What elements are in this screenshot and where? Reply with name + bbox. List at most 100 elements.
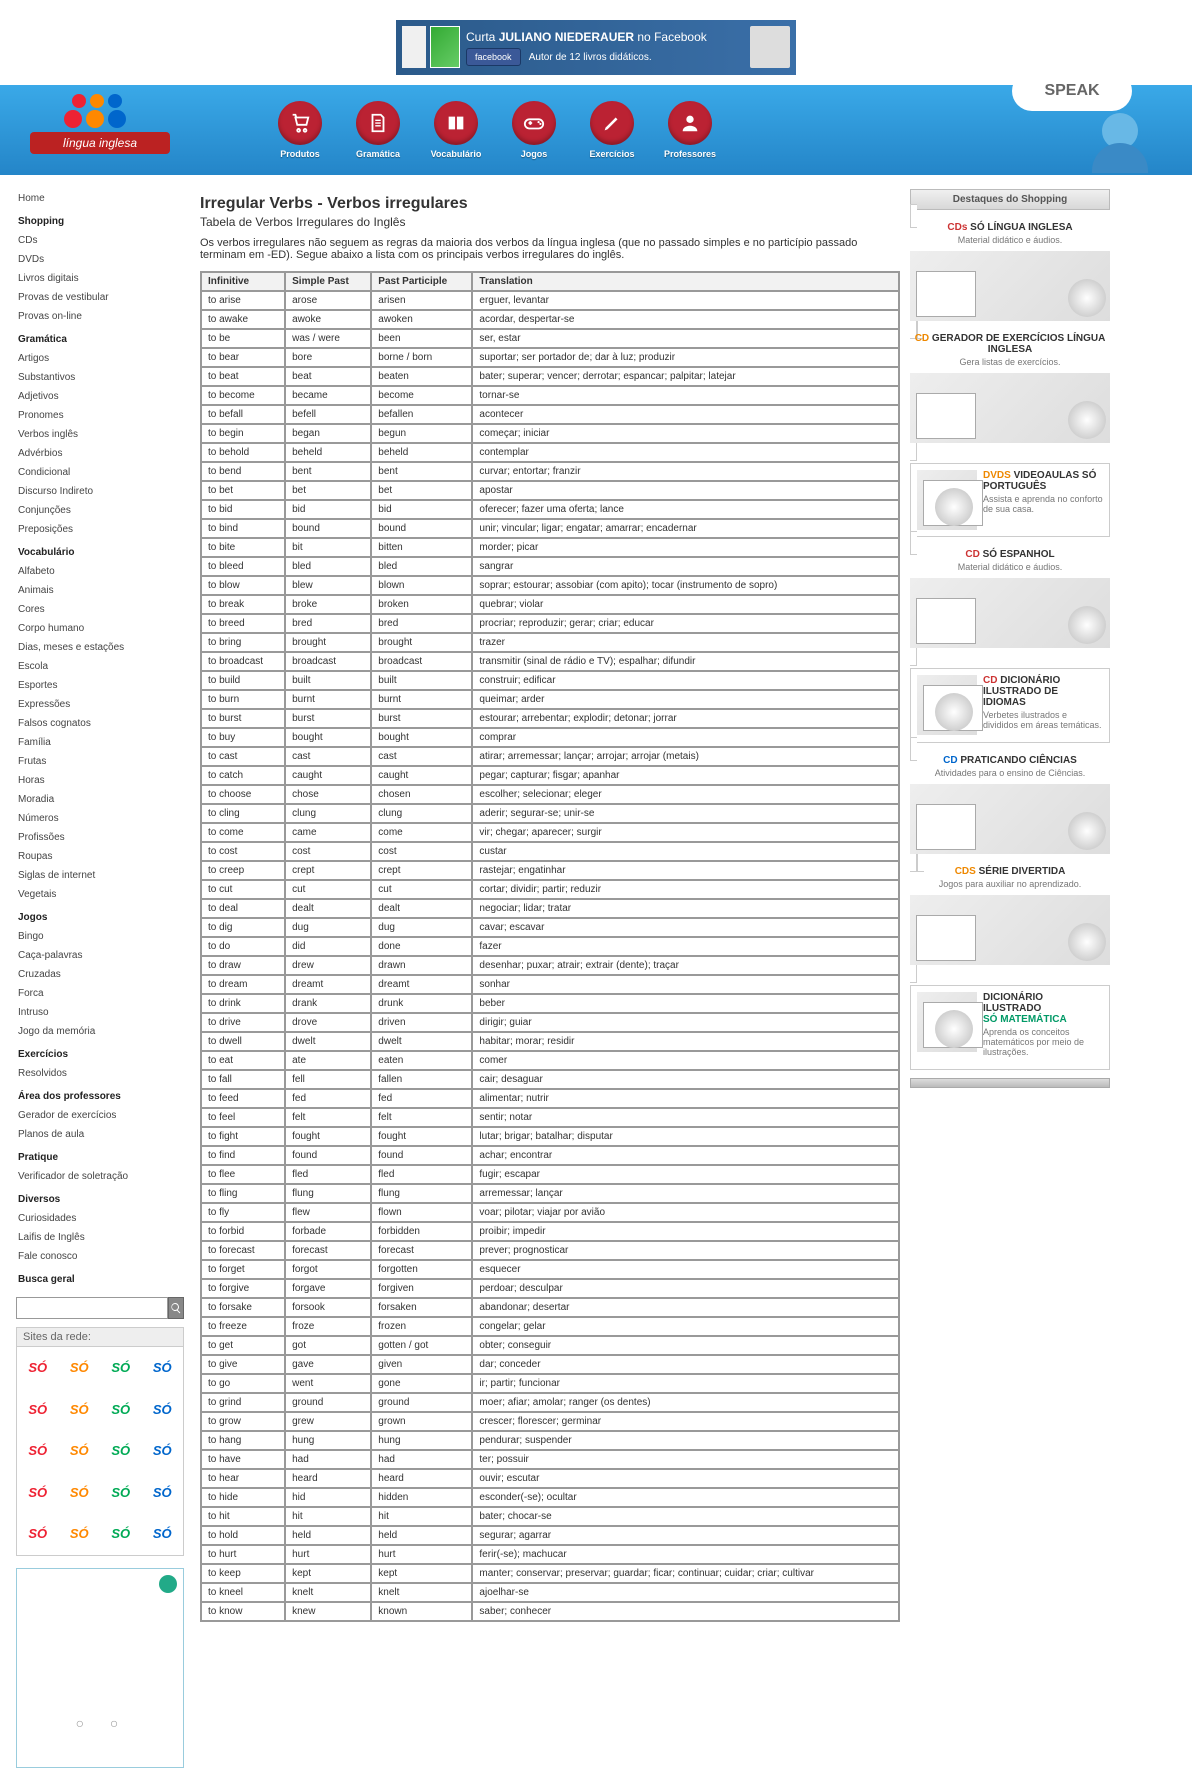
- menu-item[interactable]: Vocabulário: [16, 539, 184, 562]
- menu-item[interactable]: Gerador de exercícios: [16, 1106, 184, 1125]
- network-site[interactable]: SÓ: [142, 1513, 184, 1555]
- network-site[interactable]: SÓ: [59, 1430, 101, 1472]
- table-row: to burstburstburstestourar; arrebentar; …: [202, 710, 898, 727]
- menu-item[interactable]: Área dos professores: [16, 1083, 184, 1106]
- menu-item[interactable]: Pratique: [16, 1144, 184, 1167]
- shop-card[interactable]: CD PRATICANDO CIÊNCIASAtividades para o …: [910, 737, 1110, 872]
- menu-item[interactable]: Home: [16, 189, 184, 208]
- menu-item[interactable]: Verificador de soletração: [16, 1167, 184, 1186]
- menu-item[interactable]: Artigos: [16, 349, 184, 368]
- shop-card[interactable]: CD SÓ ESPANHOLMaterial didático e áudios…: [910, 531, 1110, 666]
- menu-item[interactable]: Shopping: [16, 208, 184, 231]
- network-site[interactable]: SÓ: [100, 1430, 142, 1472]
- network-site[interactable]: SÓ: [100, 1389, 142, 1431]
- facebook-banner[interactable]: Curta JULIANO NIEDERAUER no Facebook fac…: [396, 20, 796, 75]
- menu-item[interactable]: Condicional: [16, 463, 184, 482]
- menu-item[interactable]: Corpo humano: [16, 619, 184, 638]
- menu-item[interactable]: Números: [16, 809, 184, 828]
- menu-item[interactable]: Cruzadas: [16, 965, 184, 984]
- search-input[interactable]: [16, 1297, 168, 1319]
- menu-item[interactable]: Expressões: [16, 695, 184, 714]
- network-site[interactable]: SÓ: [59, 1347, 101, 1389]
- menu-item[interactable]: Provas on-line: [16, 307, 184, 326]
- shop-card[interactable]: CD GERADOR DE EXERCÍCIOS LÍNGUA INGLESAG…: [910, 315, 1110, 461]
- nav-jogos[interactable]: Jogos: [504, 101, 564, 159]
- menu-item[interactable]: Preposições: [16, 520, 184, 539]
- menu-item[interactable]: Livros digitais: [16, 269, 184, 288]
- network-site[interactable]: SÓ: [17, 1513, 59, 1555]
- menu-item[interactable]: Resolvidos: [16, 1064, 184, 1083]
- facebook-button[interactable]: facebook: [466, 48, 521, 66]
- menu-item[interactable]: Diversos: [16, 1186, 184, 1209]
- shop-card[interactable]: CD DICIONÁRIO ILUSTRADO DE IDIOMASVerbet…: [910, 668, 1110, 743]
- menu-item[interactable]: Laifis de Inglês: [16, 1228, 184, 1247]
- network-site[interactable]: SÓ: [100, 1513, 142, 1555]
- network-site[interactable]: SÓ: [100, 1472, 142, 1514]
- menu-item[interactable]: Advérbios: [16, 444, 184, 463]
- menu-item[interactable]: Horas: [16, 771, 184, 790]
- shop-card[interactable]: CDS SÉRIE DIVERTIDAJogos para auxiliar n…: [910, 848, 1110, 983]
- network-site[interactable]: SÓ: [17, 1430, 59, 1472]
- nav-vocabulário[interactable]: Vocabulário: [426, 101, 486, 159]
- network-site[interactable]: SÓ: [59, 1472, 101, 1514]
- network-site[interactable]: SÓ: [59, 1513, 101, 1555]
- shop-card[interactable]: DVDS VIDEOAULAS SÓ PORTUGUÊSAssista e ap…: [910, 463, 1110, 537]
- menu-item[interactable]: Fale conosco: [16, 1247, 184, 1266]
- network-site[interactable]: SÓ: [17, 1472, 59, 1514]
- menu-item[interactable]: Caça-palavras: [16, 946, 184, 965]
- menu-item[interactable]: Jogo da memória: [16, 1022, 184, 1041]
- menu-item[interactable]: Frutas: [16, 752, 184, 771]
- menu-item[interactable]: CDs: [16, 231, 184, 250]
- menu-item[interactable]: Escola: [16, 657, 184, 676]
- menu-item[interactable]: Forca: [16, 984, 184, 1003]
- shop-card[interactable]: DICIONÁRIO ILUSTRADOSÓ MATEMÁTICAAprenda…: [910, 985, 1110, 1070]
- menu-item[interactable]: Intruso: [16, 1003, 184, 1022]
- menu-item[interactable]: Falsos cognatos: [16, 714, 184, 733]
- menu-item[interactable]: Animais: [16, 581, 184, 600]
- menu-item[interactable]: Substantivos: [16, 368, 184, 387]
- menu-item[interactable]: Cores: [16, 600, 184, 619]
- table-row: to kneelkneltkneltajoelhar-se: [202, 1584, 898, 1601]
- menu-item[interactable]: Profissões: [16, 828, 184, 847]
- menu-item[interactable]: Gramática: [16, 326, 184, 349]
- nav-gramática[interactable]: Gramática: [348, 101, 408, 159]
- network-site[interactable]: SÓ: [17, 1389, 59, 1431]
- menu-item[interactable]: Exercícios: [16, 1041, 184, 1064]
- shop-card[interactable]: CDs SÓ LÍNGUA INGLESAMaterial didático e…: [910, 204, 1110, 339]
- nav-exercícios[interactable]: Exercícios: [582, 101, 642, 159]
- left-menu: HomeShoppingCDsDVDsLivros digitaisProvas…: [16, 189, 184, 1289]
- network-site[interactable]: SÓ: [17, 1347, 59, 1389]
- network-site[interactable]: SÓ: [100, 1347, 142, 1389]
- network-site[interactable]: SÓ: [142, 1389, 184, 1431]
- menu-item[interactable]: DVDs: [16, 250, 184, 269]
- menu-item[interactable]: Dias, meses e estações: [16, 638, 184, 657]
- network-site[interactable]: SÓ: [142, 1430, 184, 1472]
- nav-produtos[interactable]: Produtos: [270, 101, 330, 159]
- menu-item[interactable]: Roupas: [16, 847, 184, 866]
- network-site[interactable]: SÓ: [142, 1347, 184, 1389]
- logo[interactable]: língua inglesa: [0, 100, 200, 160]
- menu-item[interactable]: Pronomes: [16, 406, 184, 425]
- menu-item[interactable]: Siglas de internet: [16, 866, 184, 885]
- search-button[interactable]: [168, 1297, 184, 1319]
- table-row: to fallfellfallencair; desaguar: [202, 1071, 898, 1088]
- network-site[interactable]: SÓ: [142, 1472, 184, 1514]
- menu-item[interactable]: Bingo: [16, 927, 184, 946]
- menu-item[interactable]: Busca geral: [16, 1266, 184, 1289]
- help-box[interactable]: ○ ○: [16, 1568, 184, 1768]
- menu-item[interactable]: Adjetivos: [16, 387, 184, 406]
- menu-item[interactable]: Alfabeto: [16, 562, 184, 581]
- menu-item[interactable]: Discurso Indireto: [16, 482, 184, 501]
- menu-item[interactable]: Moradia: [16, 790, 184, 809]
- menu-item[interactable]: Família: [16, 733, 184, 752]
- menu-item[interactable]: Provas de vestibular: [16, 288, 184, 307]
- menu-item[interactable]: Verbos inglês: [16, 425, 184, 444]
- menu-item[interactable]: Jogos: [16, 904, 184, 927]
- menu-item[interactable]: Esportes: [16, 676, 184, 695]
- menu-item[interactable]: Vegetais: [16, 885, 184, 904]
- menu-item[interactable]: Conjunções: [16, 501, 184, 520]
- menu-item[interactable]: Planos de aula: [16, 1125, 184, 1144]
- network-site[interactable]: SÓ: [59, 1389, 101, 1431]
- menu-item[interactable]: Curiosidades: [16, 1209, 184, 1228]
- nav-professores[interactable]: Professores: [660, 101, 720, 159]
